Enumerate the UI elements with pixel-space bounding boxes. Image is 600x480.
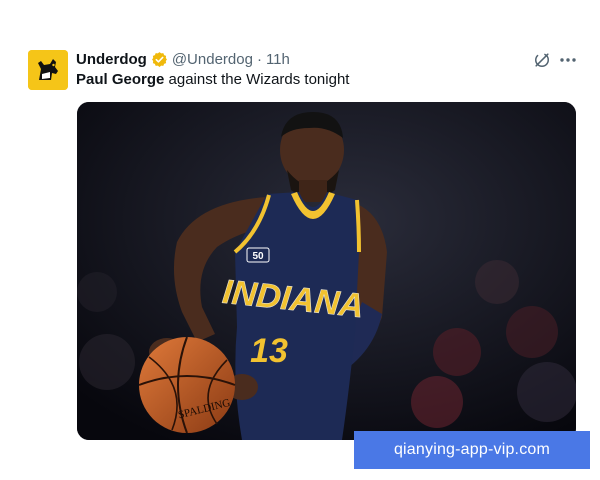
separator-dot: · [256, 50, 262, 68]
jersey-number: 13 [250, 332, 288, 370]
jersey-patch: 50 [252, 251, 264, 262]
grok-icon[interactable] [532, 50, 552, 70]
more-horizontal-icon[interactable] [558, 50, 578, 70]
handle[interactable]: @Underdog [172, 51, 253, 68]
avatar[interactable] [28, 50, 68, 90]
timestamp[interactable]: 11h [266, 51, 290, 68]
display-name[interactable]: Underdog [76, 51, 147, 68]
tweet-header: Underdog @Underdog · 11h [76, 49, 290, 69]
tweet-photo[interactable]: 50 INDIANA 13 SPALDING [77, 102, 576, 440]
mention-bold: Paul George [76, 71, 165, 88]
verified-badge-icon [151, 51, 168, 68]
tweet-text: Paul George against the Wizards tonight [76, 71, 349, 88]
watermark-banner: qianying-app-vip.com [354, 431, 590, 469]
tweet-card: Underdog @Underdog · 11h Paul George aga… [0, 0, 600, 480]
dog-logo-icon [28, 50, 68, 90]
basketball: SPALDING [138, 336, 236, 434]
tweet-text-rest: against the Wizards tonight [164, 71, 350, 88]
